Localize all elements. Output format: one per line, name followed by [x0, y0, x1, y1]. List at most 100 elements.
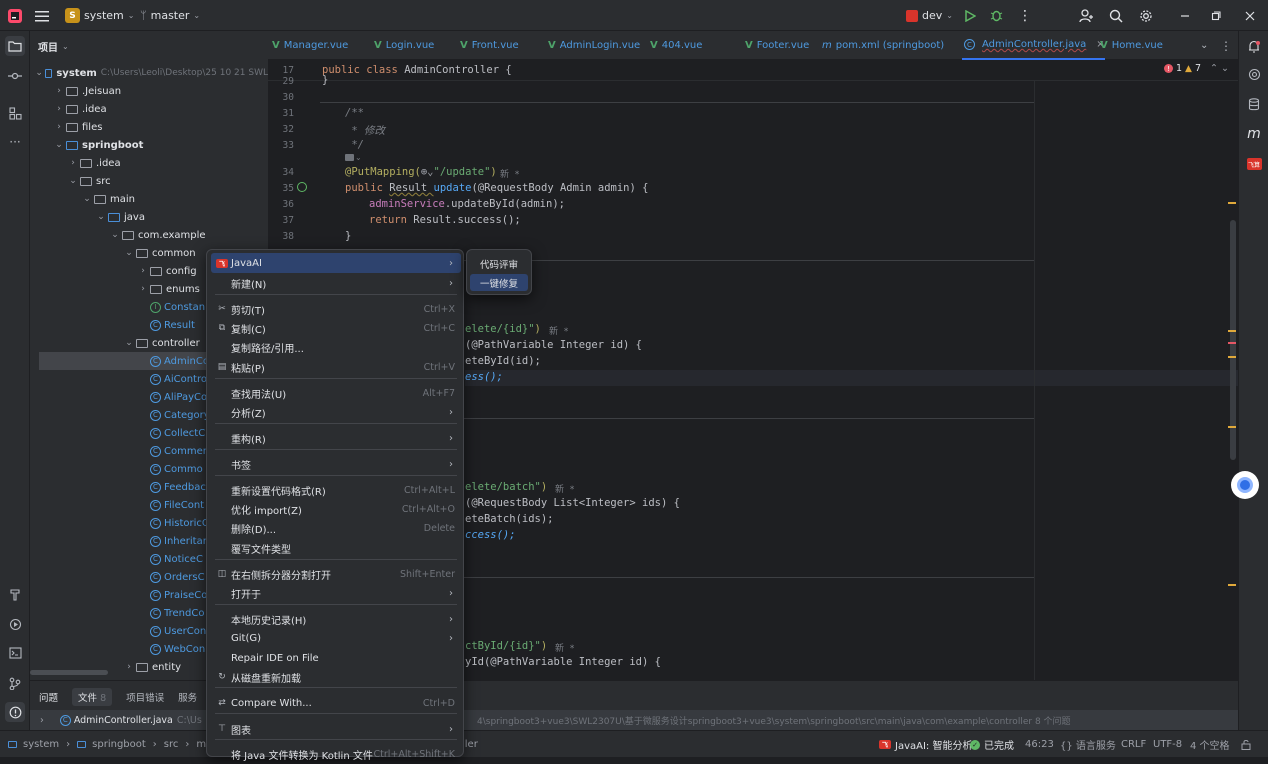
tab-file[interactable]: 文件 8: [72, 688, 113, 706]
tab-problems[interactable]: 问题: [39, 690, 58, 704]
project-selector[interactable]: S system ⌄: [65, 0, 134, 31]
file-encoding[interactable]: UTF-8: [1153, 731, 1182, 758]
tab-home-vue[interactable]: V Home.vue: [1100, 31, 1163, 60]
submenu-item-code-review[interactable]: 代码评审: [470, 255, 528, 272]
menu-item-12[interactable]: 优化 import(Z) Ctrl+Alt+O: [211, 499, 461, 519]
restore-icon[interactable]: [1211, 0, 1221, 31]
tab-front-vue[interactable]: V Front.vue: [460, 31, 519, 60]
tree-item[interactable]: › .idea: [30, 154, 268, 172]
inspection-widget[interactable]: ! 1 ▲ 7 ⌃ ⌄: [1164, 63, 1229, 74]
menu-item-7[interactable]: 查找用法(U) Alt+F7: [211, 383, 461, 403]
tree-item[interactable]: ⌄ src: [30, 172, 268, 190]
maven-icon[interactable]: m: [1244, 124, 1264, 144]
tab-adminlogin-vue[interactable]: V AdminLogin.vue: [548, 31, 640, 60]
tree-item[interactable]: › files: [30, 118, 268, 136]
menu-item-1[interactable]: 飞 JavaAI ›: [211, 253, 461, 273]
commit-icon[interactable]: [5, 66, 25, 86]
warning-marker[interactable]: [1228, 584, 1236, 586]
chevron-down-icon[interactable]: ⌄: [54, 140, 64, 150]
breadcrumb-item[interactable]: system: [23, 739, 59, 750]
run-config-selector[interactable]: dev ⌄: [906, 0, 953, 31]
project-panel-header[interactable]: 项目 ⌄: [38, 39, 69, 54]
vertical-scrollbar[interactable]: [1230, 220, 1236, 460]
tab-footer-vue[interactable]: V Footer.vue: [745, 31, 809, 60]
chevron-right-icon[interactable]: ›: [124, 662, 134, 672]
chevron-down-icon[interactable]: ⌄: [35, 68, 43, 78]
more-actions-icon[interactable]: ⋮: [1018, 0, 1032, 31]
gear-icon[interactable]: [1139, 0, 1153, 31]
main-menu-icon[interactable]: [35, 0, 49, 31]
branch-selector[interactable]: ᛘ master ⌄: [140, 0, 200, 31]
tab-manager-vue[interactable]: V Manager.vue: [272, 31, 348, 60]
notifications-icon[interactable]: [1244, 36, 1264, 56]
project-folder-icon[interactable]: [5, 36, 25, 56]
horizontal-scrollbar[interactable]: [30, 670, 108, 675]
menu-item-18[interactable]: Git(G) ›: [211, 628, 461, 648]
menu-item-14[interactable]: 覆写文件类型: [211, 538, 461, 558]
floating-assistant-icon[interactable]: [1231, 471, 1259, 499]
menu-item-2[interactable]: 新建(N) ›: [211, 273, 461, 293]
menu-item-16[interactable]: 打开于 ›: [211, 583, 461, 603]
add-user-icon[interactable]: [1079, 0, 1094, 31]
app-logo-icon[interactable]: [7, 0, 23, 31]
tree-item[interactable]: ⌄ main: [30, 190, 268, 208]
menu-item-3[interactable]: ✂ 剪切(T) Ctrl+X: [211, 299, 461, 319]
menu-item-5[interactable]: 复制路径/引用...: [211, 337, 461, 357]
tab-pom-xml-springboot-[interactable]: m pom.xml (springboot): [822, 31, 944, 60]
javaai-status[interactable]: 飞 JavaAI: 智能分析: [879, 731, 972, 758]
hammer-icon[interactable]: [5, 584, 25, 604]
menu-item-11[interactable]: 重新设置代码格式(R) Ctrl+Alt+L: [211, 480, 461, 500]
menu-item-19[interactable]: Repair IDE on File: [211, 648, 461, 668]
tree-item[interactable]: ⌄ system C:\Users\Leoli\Desktop\25 10 21 S…: [30, 64, 268, 82]
chevron-down-icon[interactable]: ⌄: [82, 194, 92, 204]
endpoint-gutter-icon[interactable]: [297, 182, 307, 192]
database-icon[interactable]: [1244, 94, 1264, 114]
menu-item-9[interactable]: 重构(R) ›: [211, 428, 461, 448]
tree-item[interactable]: ⌄ java: [30, 208, 268, 226]
submenu-item-one-click-fix[interactable]: 一键修复: [470, 274, 528, 291]
chevron-down-icon[interactable]: ⌄: [124, 338, 134, 348]
search-icon[interactable]: [1109, 0, 1123, 31]
breadcrumb-item[interactable]: springboot: [92, 739, 146, 750]
services-icon[interactable]: [5, 614, 25, 634]
chevron-right-icon[interactable]: ›: [54, 86, 64, 96]
chevron-right-icon[interactable]: ›: [68, 158, 78, 168]
tab-services[interactable]: 服务: [178, 690, 197, 704]
terminal-icon[interactable]: [5, 643, 25, 663]
breadcrumb-item[interactable]: src: [164, 739, 179, 750]
tab-options-icon[interactable]: ⋮: [1220, 31, 1232, 60]
chevron-down-icon[interactable]: ⌄: [96, 212, 106, 222]
breadcrumb-tail[interactable]: ller: [462, 731, 478, 758]
menu-item-21[interactable]: ⇄ Compare With... Ctrl+D: [211, 693, 461, 713]
chevron-right-icon[interactable]: ›: [54, 104, 64, 114]
tab-project-errors[interactable]: 项目错误: [126, 690, 164, 704]
language-services[interactable]: {} 语言服务: [1060, 731, 1116, 758]
git-icon[interactable]: [5, 673, 25, 693]
chevron-right-icon[interactable]: ›: [54, 122, 64, 132]
debug-icon[interactable]: [990, 0, 1003, 31]
chevron-right-icon[interactable]: ›: [138, 266, 148, 276]
tree-item[interactable]: › .Jeisuan: [30, 82, 268, 100]
tab-admincontroller-java[interactable]: C AdminController.java ×: [962, 31, 1105, 60]
menu-item-6[interactable]: ▤ 粘贴(P) Ctrl+V: [211, 357, 461, 377]
error-marker[interactable]: [1228, 342, 1236, 344]
minimize-icon[interactable]: [1180, 0, 1190, 31]
menu-item-23[interactable]: 将 Java 文件转换为 Kotlin 文件 Ctrl+Alt+Shift+K: [211, 744, 461, 764]
run-icon[interactable]: [964, 0, 976, 31]
problems-icon[interactable]: [5, 702, 25, 722]
line-separator[interactable]: CRLF: [1121, 731, 1146, 758]
lock-icon[interactable]: [1241, 731, 1251, 758]
menu-item-15[interactable]: ◫ 在右侧拆分器分割打开 Shift+Enter: [211, 564, 461, 584]
indent-setting[interactable]: 4 个空格: [1190, 731, 1230, 758]
chevron-down-icon[interactable]: ⌄: [124, 248, 134, 258]
warning-marker[interactable]: [1228, 202, 1236, 204]
menu-item-20[interactable]: ↻ 从磁盘重新加载: [211, 667, 461, 687]
menu-item-13[interactable]: 删除(D)... Delete: [211, 518, 461, 538]
menu-item-8[interactable]: 分析(Z) ›: [211, 402, 461, 422]
menu-item-4[interactable]: ⧉ 复制(C) Ctrl+C: [211, 318, 461, 338]
more-tools-icon[interactable]: ···: [5, 132, 25, 152]
tree-item[interactable]: › .idea: [30, 100, 268, 118]
chevron-down-icon[interactable]: ⌄: [68, 176, 78, 186]
tab-login-vue[interactable]: V Login.vue: [374, 31, 434, 60]
caret-position[interactable]: 46:23: [1025, 731, 1054, 758]
